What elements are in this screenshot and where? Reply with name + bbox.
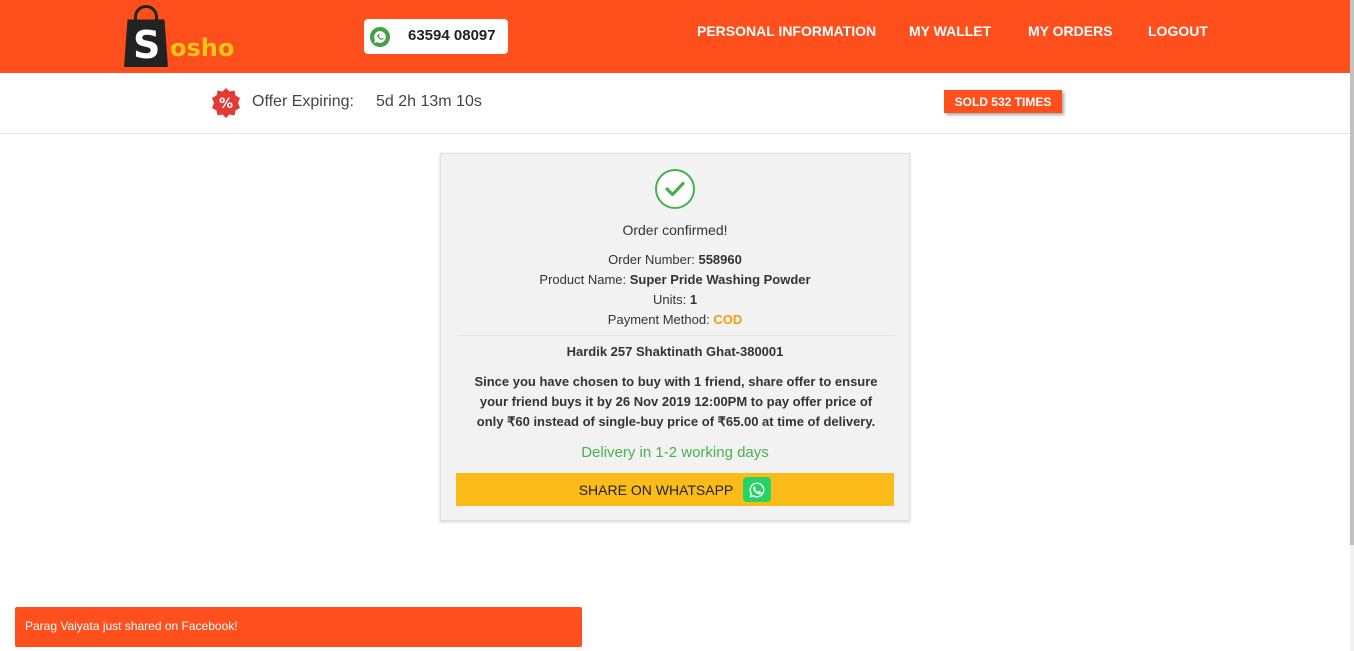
- units-value: 1: [689, 292, 698, 307]
- svg-text:%: %: [219, 96, 233, 112]
- nav-logout[interactable]: LOGOUT: [1148, 23, 1208, 39]
- nav-my-orders[interactable]: MY ORDERS: [1028, 23, 1113, 39]
- product-name-row: Product Name: Super Pride Washing Powder: [441, 272, 909, 287]
- payment-method-row: Payment Method: COD: [441, 312, 909, 327]
- order-number-label: Order Number:: [608, 252, 695, 267]
- offer-expiring-label: Offer Expiring:: [252, 93, 354, 110]
- order-number-value: 558960: [698, 252, 742, 267]
- logo-initial: S: [133, 23, 161, 67]
- share-instructions: Since you have chosen to buy with 1 frie…: [474, 374, 878, 429]
- scrollbar-thumb[interactable]: [1350, 0, 1354, 545]
- product-name-label: Product Name:: [539, 272, 627, 287]
- offer-countdown: 5d 2h 13m 10s: [376, 93, 482, 110]
- order-status: Order confirmed!: [622, 222, 728, 238]
- phone-number: 63594 08097: [408, 27, 496, 44]
- delivery-address: Hardik 257 Shaktinath Ghat-380001: [566, 344, 784, 359]
- nav-my-wallet[interactable]: MY WALLET: [909, 23, 991, 39]
- nav-personal-information[interactable]: PERSONAL INFORMATION: [697, 23, 876, 39]
- order-number-row: Order Number: 558960: [441, 252, 909, 267]
- units-row: Units: 1: [441, 292, 909, 307]
- whatsapp-icon: [743, 477, 772, 502]
- units-label: Units:: [652, 292, 687, 307]
- product-name-value: Super Pride Washing Powder: [629, 272, 811, 287]
- sold-count-badge: SOLD 532 TIMES: [944, 90, 1062, 113]
- share-on-whatsapp-button[interactable]: SHARE ON WHATSAPP: [456, 473, 894, 506]
- delivery-estimate: Delivery in 1-2 working days: [581, 444, 769, 461]
- social-share-toast: Parag Vaiyata just shared on Facebook!: [15, 607, 582, 647]
- card-divider: [457, 335, 895, 336]
- whatsapp-phone-box[interactable]: 63594 08097: [364, 19, 508, 54]
- discount-badge-icon: %: [210, 87, 242, 119]
- sosho-logo[interactable]: S osho: [124, 5, 246, 69]
- order-confirmation-card: Order confirmed! Order Number: 558960 Pr…: [440, 153, 910, 521]
- share-button-label: SHARE ON WHATSAPP: [578, 481, 734, 498]
- payment-method-label: Payment Method:: [607, 312, 710, 327]
- logo-text: osho: [170, 34, 235, 62]
- whatsapp-icon: [370, 27, 390, 47]
- check-icon: [655, 169, 695, 209]
- offer-bar: [0, 73, 1350, 134]
- payment-method-value: COD: [713, 312, 743, 327]
